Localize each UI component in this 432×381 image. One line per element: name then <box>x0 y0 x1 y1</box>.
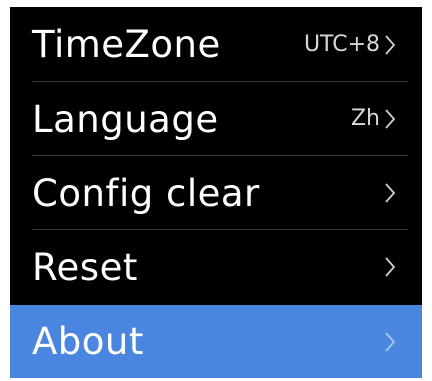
settings-menu: TimeZone UTC+8 Language Zh Config clear … <box>10 7 422 378</box>
menu-item-label: TimeZone <box>32 23 221 66</box>
chevron-right-icon <box>380 106 400 132</box>
chevron-right-icon <box>380 254 400 280</box>
menu-item-label: Language <box>32 97 219 141</box>
menu-item-label: Config clear <box>32 171 260 215</box>
chevron-right-icon <box>380 329 400 355</box>
menu-item-label: About <box>32 320 144 363</box>
timezone-value: UTC+8 <box>303 31 380 57</box>
chevron-right-icon <box>380 32 400 58</box>
chevron-right-icon <box>380 180 400 206</box>
menu-item-label: Reset <box>32 245 138 289</box>
menu-item-config-clear[interactable]: Config clear <box>10 156 422 230</box>
menu-item-reset[interactable]: Reset <box>10 230 422 304</box>
device-screen: TimeZone UTC+8 Language Zh Config clear … <box>10 7 422 378</box>
menu-item-language[interactable]: Language Zh <box>10 82 422 156</box>
menu-item-timezone[interactable]: TimeZone UTC+8 <box>10 7 422 82</box>
menu-item-about[interactable]: About <box>10 305 422 378</box>
language-value: Zh <box>350 106 380 131</box>
